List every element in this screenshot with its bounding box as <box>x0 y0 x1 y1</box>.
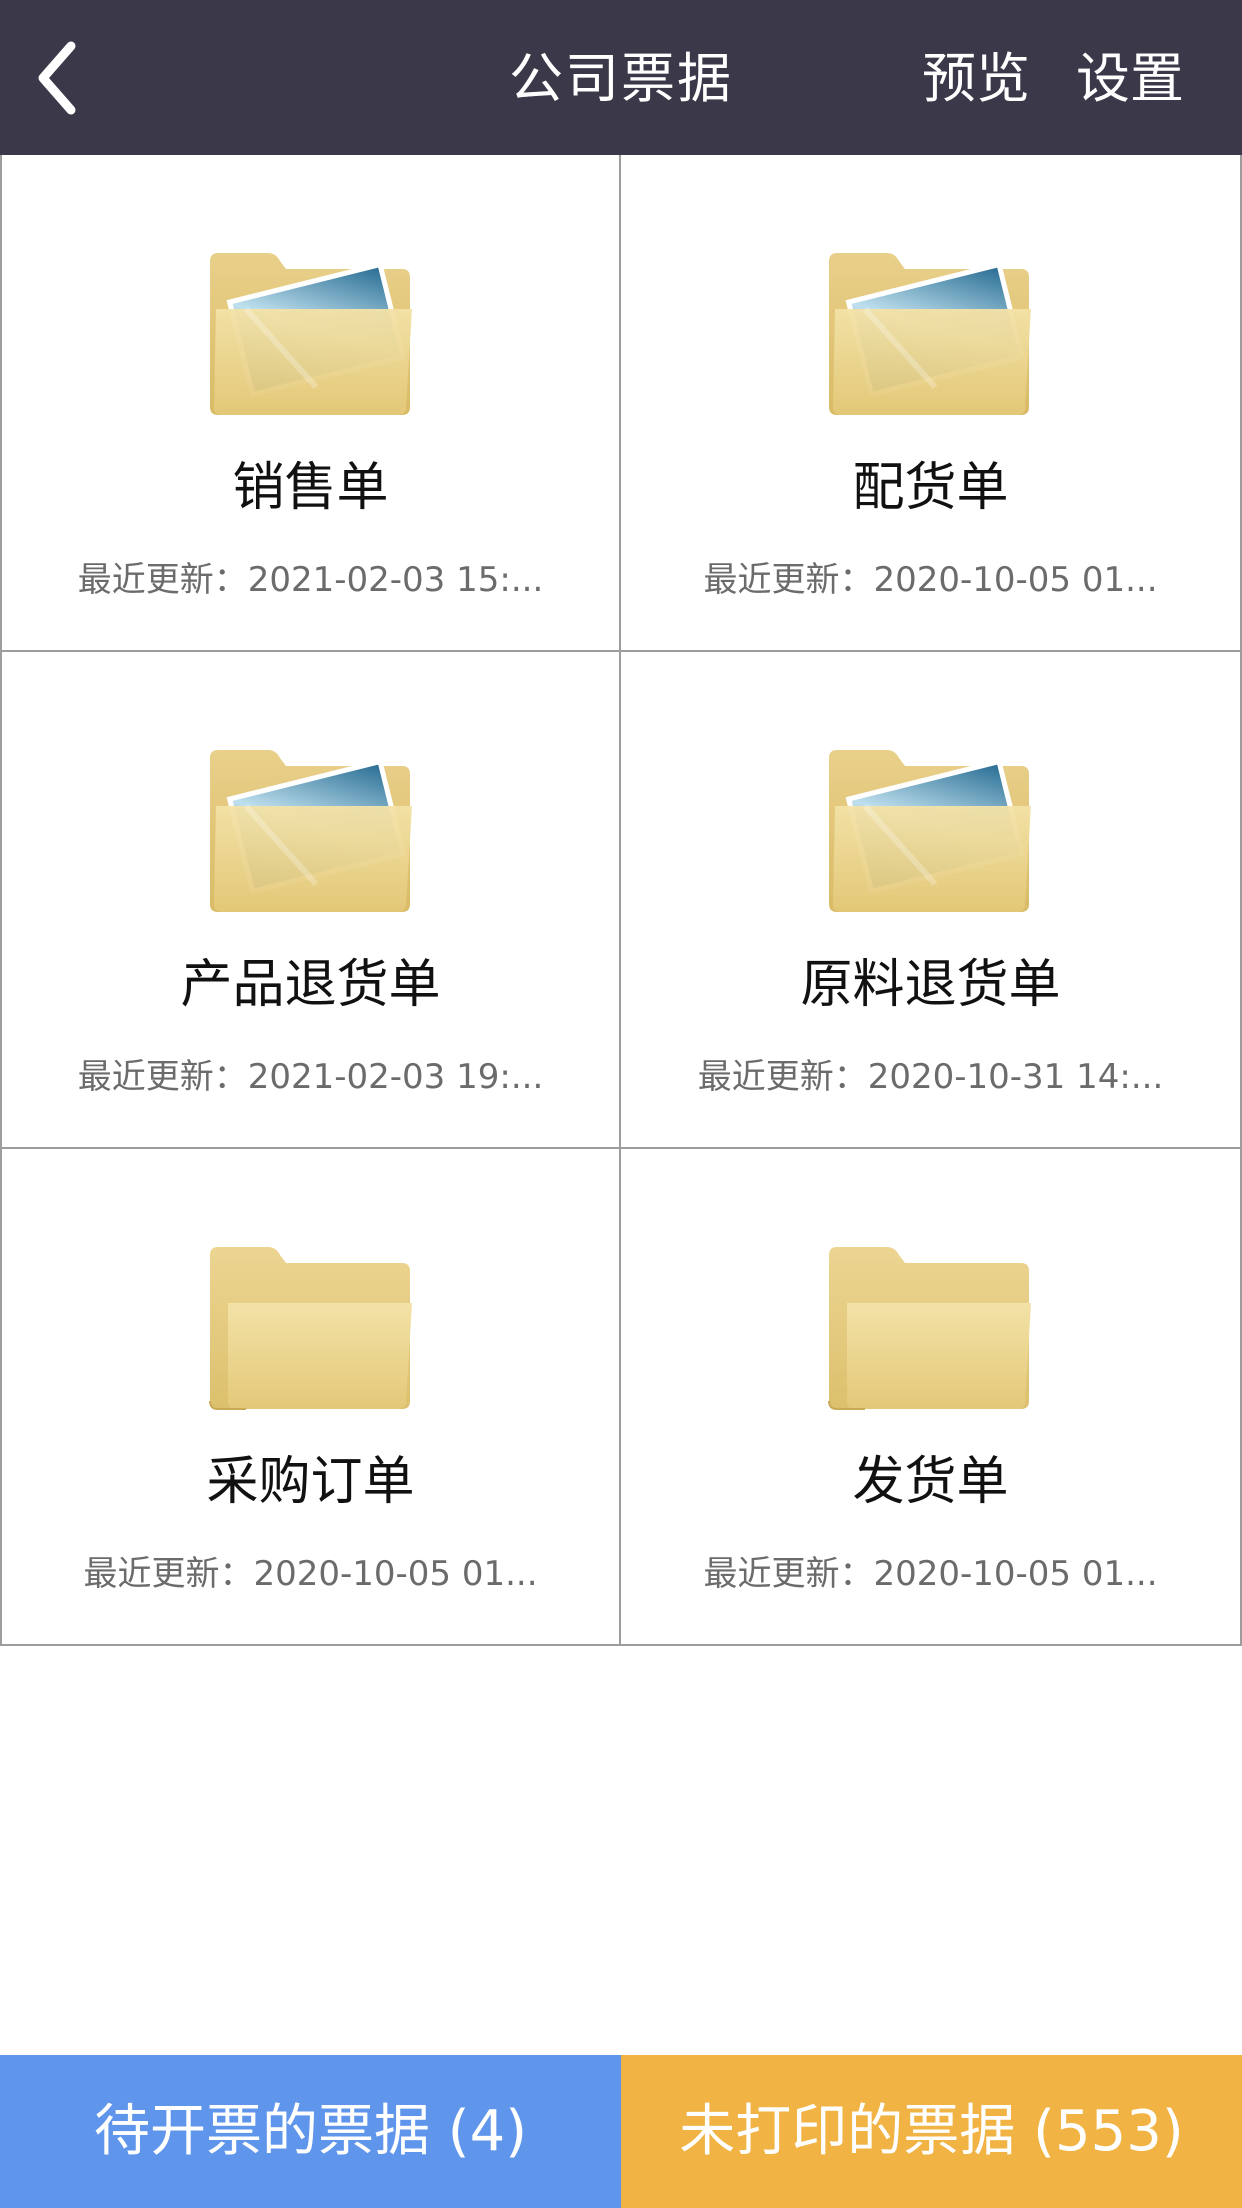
folder-icon <box>209 1247 412 1410</box>
page: 公司票据 预览 设置 销售单 最近更新：2021-02-03 15:... 配货… <box>0 0 1242 2208</box>
settings-button[interactable]: 设置 <box>1076 44 1184 114</box>
folder-with-photo-icon <box>210 750 412 912</box>
preview-button[interactable]: 预览 <box>922 44 1030 114</box>
folder-name: 产品退货单 <box>180 955 441 1015</box>
page-title: 公司票据 <box>509 47 733 110</box>
folder-with-photo-icon <box>829 750 1031 912</box>
bottom-action-bar: 待开票的票据 (4) 未打印的票据 (553) <box>0 2055 1242 2208</box>
folder-item-product-return[interactable]: 产品退货单 最近更新：2021-02-03 19:... <box>0 652 621 1149</box>
last-updated-text: 最近更新：2020-10-05 01... <box>83 1554 538 1594</box>
folder-with-photo-icon <box>210 253 412 415</box>
folder-grid: 销售单 最近更新：2021-02-03 15:... 配货单 最近更新：2020… <box>0 155 1242 1646</box>
folder-icon <box>828 1247 1031 1410</box>
pending-invoices-button[interactable]: 待开票的票据 (4) <box>0 2055 621 2208</box>
last-updated-text: 最近更新：2021-02-03 15:... <box>77 560 544 600</box>
last-updated-text: 最近更新：2021-02-03 19:... <box>77 1057 544 1097</box>
folder-name: 发货单 <box>852 1452 1009 1512</box>
folder-item-sales[interactable]: 销售单 最近更新：2021-02-03 15:... <box>0 155 621 652</box>
folder-name: 采购订单 <box>206 1452 415 1512</box>
last-updated-text: 最近更新：2020-10-31 14:... <box>697 1057 1164 1097</box>
folder-with-photo-icon <box>829 253 1031 415</box>
folder-name: 销售单 <box>232 458 389 518</box>
folder-name: 原料退货单 <box>800 955 1061 1015</box>
last-updated-text: 最近更新：2020-10-05 01... <box>703 560 1158 600</box>
top-bar: 公司票据 预览 设置 <box>0 0 1242 155</box>
folder-item-material-return[interactable]: 原料退货单 最近更新：2020-10-31 14:... <box>621 652 1242 1149</box>
folder-item-distribution[interactable]: 配货单 最近更新：2020-10-05 01... <box>621 155 1242 652</box>
folder-item-purchase-order[interactable]: 采购订单 最近更新：2020-10-05 01... <box>0 1149 621 1646</box>
folder-name: 配货单 <box>852 458 1009 518</box>
folder-item-shipping[interactable]: 发货单 最近更新：2020-10-05 01... <box>621 1149 1242 1646</box>
unprinted-receipts-button[interactable]: 未打印的票据 (553) <box>621 2055 1242 2208</box>
last-updated-text: 最近更新：2020-10-05 01... <box>703 1554 1158 1594</box>
